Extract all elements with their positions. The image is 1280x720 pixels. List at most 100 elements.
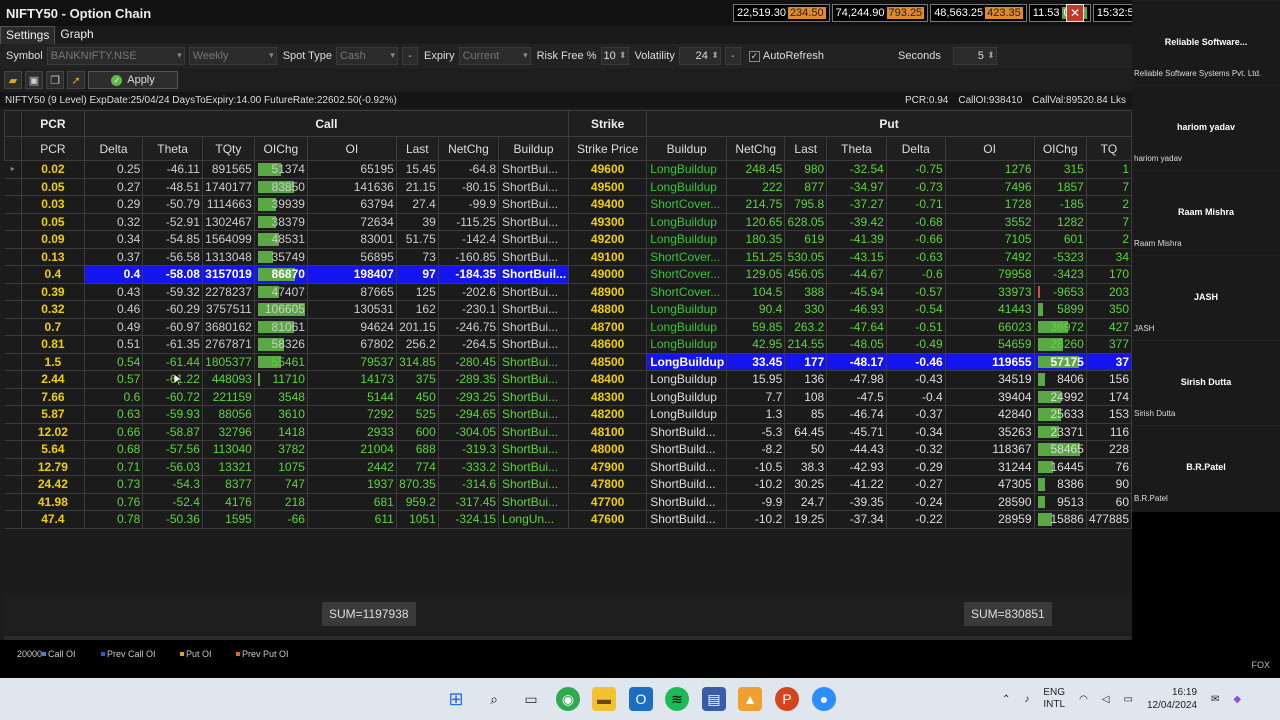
participant-tile[interactable]: JASH JASH [1132, 255, 1280, 339]
spot-type-select[interactable]: Cash [336, 47, 399, 65]
row-indicator-icon [4, 405, 22, 424]
riskfree-input[interactable]: 10 [600, 47, 629, 65]
expiry-select[interactable]: Current [458, 47, 531, 65]
legend-label: Put OI [186, 649, 212, 659]
clock[interactable]: 16:19 12/04/2024 [1147, 686, 1197, 712]
table-row[interactable]: 41.98 0.76 -52.4 4176 218 681 959.2 -317.45 Shor… [4, 492, 1132, 511]
column-header[interactable]: Delta [885, 136, 946, 161]
table-row[interactable]: 0.13 0.37 -56.58 1313048 35749 56895 73 -160.85… [4, 247, 1132, 266]
symbol-select[interactable]: BANKNIFTY.NSE [46, 47, 185, 65]
volatility-dash-button[interactable]: - [724, 47, 741, 65]
column-header[interactable]: OIChg [1033, 136, 1087, 161]
option-chain-table: PCR Call Strike Put PCR Delta Theta TQty OIC… [4, 110, 1132, 530]
outlook-icon[interactable]: O [629, 687, 653, 711]
column-header[interactable]: TQ [1085, 136, 1132, 161]
copilot-icon[interactable]: ◆ [1233, 694, 1241, 705]
column-header[interactable]: OIChg [253, 136, 308, 161]
table-row[interactable]: 24.42 0.73 -54.3 8377 747 1937 870.35 -314.6 Sho… [4, 475, 1132, 494]
table-row[interactable]: 12.02 0.66 -58.87 32796 1418 2933 600 -304.05 Sh… [4, 422, 1132, 441]
file-explorer-icon[interactable]: ▬ [592, 687, 616, 711]
column-header[interactable]: Theta [142, 136, 203, 161]
battery-icon[interactable]: ▭ [1124, 694, 1133, 705]
column-header[interactable]: Theta [826, 136, 887, 161]
column-header[interactable]: Buildup [498, 136, 570, 161]
table-row[interactable]: 7.66 0.6 -60.72 221159 3548 5144 450 -293.25 Sho… [4, 387, 1132, 406]
participant-tile[interactable]: B.R.Patel B.R.Patel [1132, 425, 1280, 509]
windows-start-icon[interactable]: ⊞ [444, 687, 468, 711]
call-oi-cell: 2442 [306, 457, 397, 476]
zoom-icon[interactable]: ● [812, 687, 836, 711]
table-row[interactable]: 0.05 0.32 -52.91 1302467 38379 72634 39 -115.25… [4, 212, 1132, 231]
column-header[interactable]: NetChg [437, 136, 500, 161]
search-icon[interactable]: ⌕ [482, 687, 506, 711]
column-header[interactable]: OI [306, 136, 397, 161]
tray-chevron-icon[interactable]: ⌃ [1002, 694, 1010, 705]
volatility-input[interactable]: 24 [678, 47, 721, 65]
column-header[interactable]: Last [784, 136, 828, 161]
notification-icon[interactable]: ✉ [1211, 694, 1219, 705]
copy-icon[interactable]: ❐ [46, 71, 64, 89]
chrome-icon[interactable]: ◉ [556, 687, 580, 711]
close-icon[interactable]: ✕ [1066, 4, 1084, 22]
column-header[interactable]: Delta [83, 136, 144, 161]
table-row[interactable]: 0.81 0.51 -61.35 2767871 58326 67802 256.2 -264… [4, 335, 1132, 354]
column-header[interactable]: OI [944, 136, 1035, 161]
wifi-icon[interactable]: ◠ [1079, 694, 1088, 705]
desktop-app-icon[interactable]: ▤ [702, 687, 726, 711]
oichg-value: 1857 [1057, 179, 1084, 194]
table-row[interactable]: 5.64 0.68 -57.56 113040 3782 21004 688 -319.3 Sh… [4, 440, 1132, 459]
column-header[interactable]: NetChg [726, 136, 786, 161]
seconds-input[interactable]: 5 [952, 47, 997, 65]
language-indicator[interactable]: ENG INTL [1043, 687, 1065, 711]
volume-icon[interactable]: ◁ [1102, 694, 1110, 705]
spotify-icon[interactable]: ≋ [665, 687, 689, 711]
legend-swatch [101, 652, 105, 656]
menu-graph[interactable]: Graph [55, 26, 98, 44]
column-header[interactable]: Strike Price [568, 136, 648, 161]
table-row[interactable]: ▸ 0.02 0.25 -46.11 891565 51374 65195 15.45 -64.… [4, 160, 1132, 179]
spot-dash-button[interactable]: - [402, 47, 419, 65]
autorefresh-checkbox[interactable]: ✓ [748, 50, 760, 62]
column-header[interactable]: TQty [201, 136, 255, 161]
legend-item: Call OI [42, 649, 76, 659]
table-row[interactable]: 12.79 0.71 -56.03 13321 1075 2442 774 -333.2 Sho… [4, 457, 1132, 476]
table-row[interactable]: 0.39 0.43 -59.32 2278237 47407 87665 125 -202.6… [4, 282, 1132, 301]
participant-tile[interactable]: Sirish Dutta Sirish Dutta [1132, 340, 1280, 424]
strike-cell: 48100 [568, 422, 648, 441]
open-folder-icon[interactable]: ▰ [4, 71, 22, 89]
table-row[interactable]: 0.03 0.29 -50.79 1114663 39939 63794 27.4 -99.9… [4, 195, 1132, 214]
column-header[interactable]: Last [395, 136, 439, 161]
menu-settings[interactable]: Settings [0, 26, 56, 44]
table-row[interactable]: 0.4 0.4 -58.08 3157019 86870 198407 97 -184.35 S… [4, 265, 1132, 284]
oichg-value: 38379 [271, 214, 305, 229]
participant-tile[interactable]: Raam Mishra Raam Mishra [1132, 170, 1280, 254]
microphone-icon[interactable]: ♪ [1024, 694, 1029, 705]
put-last-cell: 177 [784, 352, 828, 371]
pcr-cell: 0.4 [21, 265, 85, 284]
save-icon[interactable]: ▣ [25, 71, 43, 89]
table-row[interactable]: 5.87 0.63 -59.93 88056 3610 7292 525 -294.65 Sho… [4, 405, 1132, 424]
call-oichg-cell: 47407 [253, 282, 308, 301]
table-row[interactable]: 1.5 0.54 -61.44 1805377 55461 79537 314.85 -280… [4, 352, 1132, 371]
table-row[interactable]: 0.7 0.49 -60.97 3680162 81061 94624 201.15 -246… [4, 317, 1132, 336]
participant-name: Reliable Software... [1164, 37, 1248, 47]
chart-axis-label: 20000 [17, 649, 43, 659]
fox-app-icon[interactable]: ▲ [738, 687, 762, 711]
export-icon[interactable]: ➚ [67, 71, 85, 89]
call-netchg-cell: -142.4 [437, 230, 500, 249]
period-select[interactable]: Weekly [188, 47, 277, 65]
put-theta-cell: -48.05 [826, 335, 887, 354]
task-view-icon[interactable]: ▭ [519, 687, 543, 711]
table-row[interactable]: 0.09 0.34 -54.85 1564099 48531 83001 51.75 -142… [4, 230, 1132, 249]
table-row[interactable]: 47.4 0.78 -50.36 1595 -66 611 1051 -324.15 LongU… [4, 510, 1132, 529]
participant-tile[interactable]: hariom yadav hariom yadav [1132, 85, 1280, 169]
apply-button[interactable]: ✓ Apply [88, 71, 178, 89]
powerpoint-icon[interactable]: P [775, 687, 799, 711]
call-oichg-cell: 218 [253, 492, 308, 511]
put-oichg-cell: 8386 [1033, 475, 1087, 494]
column-header[interactable]: Buildup [646, 136, 728, 161]
participant-tile[interactable]: Reliable Software... Reliable Software Sy… [1132, 0, 1280, 84]
column-header[interactable]: PCR [21, 136, 85, 161]
table-row[interactable]: 0.32 0.46 -60.29 3757511 106605 130531 162 -230… [4, 300, 1132, 319]
table-row[interactable]: 0.05 0.27 -48.51 1740177 83850 141636 21.15 -80… [4, 177, 1132, 196]
